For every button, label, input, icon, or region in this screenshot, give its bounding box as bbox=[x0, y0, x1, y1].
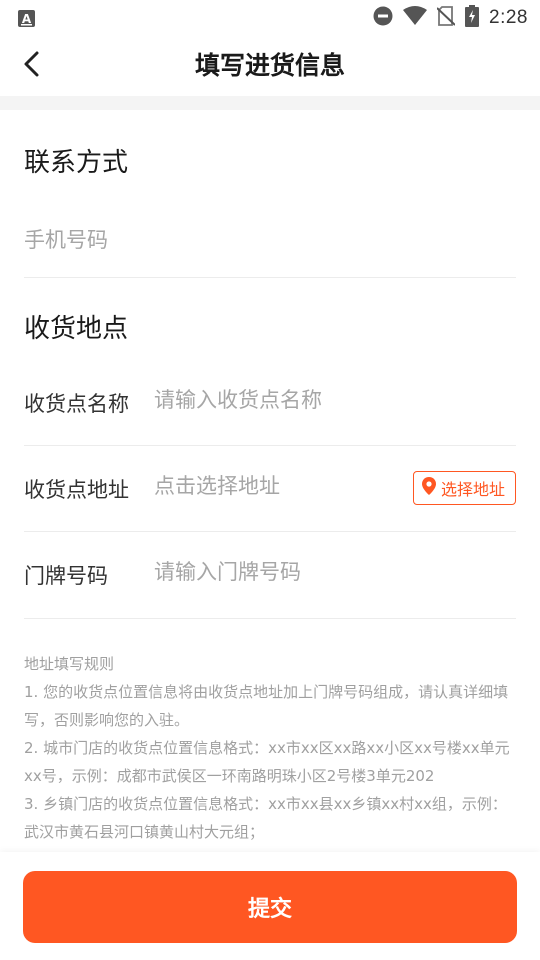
receiving-name-label: 收货点名称 bbox=[24, 392, 129, 416]
rules-line-2: 2. 城市门店的收货点位置信息格式：xx市xx区xx路xx小区xx号楼xx单元x… bbox=[24, 739, 510, 785]
door-number-input[interactable] bbox=[154, 560, 404, 584]
section-divider bbox=[0, 96, 540, 110]
battery-charging-icon bbox=[465, 5, 480, 31]
rules-title: 地址填写规则 bbox=[24, 655, 115, 673]
a-letter-icon: A bbox=[18, 10, 35, 27]
svg-text:A: A bbox=[22, 12, 32, 26]
receiving-name-row: 收货点名称 bbox=[24, 360, 516, 446]
do-not-disturb-icon bbox=[373, 6, 393, 30]
submit-button[interactable]: 提交 bbox=[23, 871, 517, 943]
phone-input[interactable] bbox=[24, 228, 504, 252]
no-sim-icon bbox=[436, 6, 456, 30]
bottom-bar: 提交 bbox=[0, 852, 540, 960]
door-number-row: 门牌号码 bbox=[24, 532, 516, 619]
receiving-address-row: 收货点地址 选择地址 bbox=[24, 446, 516, 532]
status-bar: A 2:28 bbox=[0, 0, 540, 36]
receiving-address-input[interactable] bbox=[154, 474, 404, 498]
status-icons: 2:28 bbox=[363, 5, 528, 31]
door-number-label: 门牌号码 bbox=[24, 564, 108, 588]
location-section-title: 收货地点 bbox=[24, 314, 129, 344]
rules-line-1: 1. 您的收货点位置信息将由收货点地址加上门牌号码组成，请认真详细填写，否则影响… bbox=[24, 683, 509, 729]
address-rules: 地址填写规则 1. 您的收货点位置信息将由收货点地址加上门牌号码组成，请认真详细… bbox=[24, 650, 516, 846]
contact-section-title: 联系方式 bbox=[24, 148, 129, 178]
select-address-button[interactable]: 选择地址 bbox=[412, 471, 516, 505]
status-time: 2:28 bbox=[489, 7, 528, 28]
receiving-name-input[interactable] bbox=[154, 388, 404, 412]
app-header: 填写进货信息 bbox=[0, 36, 540, 96]
location-pin-icon bbox=[421, 477, 436, 499]
select-address-label: 选择地址 bbox=[440, 480, 505, 499]
receiving-address-label: 收货点地址 bbox=[24, 478, 129, 502]
rules-line-3: 3. 乡镇门店的收货点位置信息格式：xx市xx县xx乡镇xx村xx组，示例：武汉… bbox=[24, 795, 507, 841]
phone-row bbox=[24, 200, 516, 278]
page-title: 填写进货信息 bbox=[194, 51, 345, 80]
wifi-icon bbox=[403, 6, 428, 30]
